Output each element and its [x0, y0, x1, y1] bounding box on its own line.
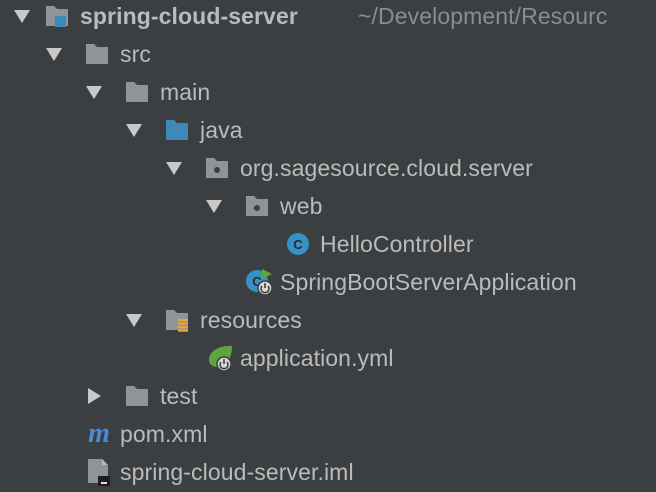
tree-row-resources[interactable]: resources: [0, 301, 656, 339]
tree-row-java[interactable]: java: [0, 111, 656, 149]
module-folder-icon: [44, 3, 70, 29]
svg-text:m: m: [88, 421, 110, 447]
tree-row-package[interactable]: org.sagesource.cloud.server: [0, 149, 656, 187]
expanded-arrow-icon[interactable]: [44, 44, 64, 64]
source-root-folder-icon: [164, 117, 190, 143]
svg-text:C: C: [293, 237, 303, 252]
folder-icon: [84, 41, 110, 67]
tree-label-spring-boot-app: SpringBootServerApplication: [280, 269, 577, 295]
tree-label-src: src: [120, 41, 151, 67]
tree-label-package: org.sagesource.cloud.server: [240, 155, 533, 181]
expanded-arrow-icon[interactable]: [124, 310, 144, 330]
root-project-name: spring-cloud-server: [80, 3, 298, 29]
resources-folder-icon: [164, 307, 190, 333]
package-icon: [244, 193, 270, 219]
expanded-arrow-icon[interactable]: [12, 6, 32, 26]
tree-row-main[interactable]: main: [0, 73, 656, 111]
package-icon: [204, 155, 230, 181]
tree-row-application-yml[interactable]: application.yml: [0, 339, 656, 377]
iml-file-icon: [84, 457, 114, 487]
java-class-icon: C: [284, 231, 310, 257]
project-tree: spring-cloud-server ~/Development/Resour…: [0, 0, 656, 492]
tree-label-hello-controller: HelloController: [320, 231, 474, 257]
tree-label-application-yml: application.yml: [240, 345, 394, 371]
tree-label-java: java: [200, 117, 243, 143]
tree-label-web: web: [280, 193, 323, 219]
folder-icon: [124, 383, 150, 409]
tree-row-spring-boot-app[interactable]: C SpringBootServerApplication: [0, 263, 656, 301]
tree-row-iml[interactable]: spring-cloud-server.iml: [0, 453, 656, 491]
spring-config-icon: [204, 343, 236, 373]
tree-label-pom: pom.xml: [120, 421, 208, 447]
tree-label-test: test: [160, 383, 198, 409]
tree-row-hello-controller[interactable]: C HelloController: [0, 225, 656, 263]
root-project-path: ~/Development/Resourc: [358, 3, 608, 29]
tree-row-src[interactable]: src: [0, 35, 656, 73]
tree-row-root[interactable]: spring-cloud-server ~/Development/Resour…: [0, 0, 656, 35]
expanded-arrow-icon[interactable]: [124, 120, 144, 140]
tree-row-pom[interactable]: m pom.xml: [0, 415, 656, 453]
tree-row-web[interactable]: web: [0, 187, 656, 225]
tree-label-resources: resources: [200, 307, 302, 333]
tree-label-iml: spring-cloud-server.iml: [120, 459, 354, 485]
expanded-arrow-icon[interactable]: [164, 158, 184, 178]
collapsed-arrow-icon[interactable]: [84, 386, 104, 406]
expanded-arrow-icon[interactable]: [84, 82, 104, 102]
tree-label-main: main: [160, 79, 211, 105]
spring-boot-class-icon: C: [244, 267, 276, 297]
tree-row-test[interactable]: test: [0, 377, 656, 415]
maven-icon: m: [84, 421, 114, 447]
expanded-arrow-icon[interactable]: [204, 196, 224, 216]
folder-icon: [124, 79, 150, 105]
